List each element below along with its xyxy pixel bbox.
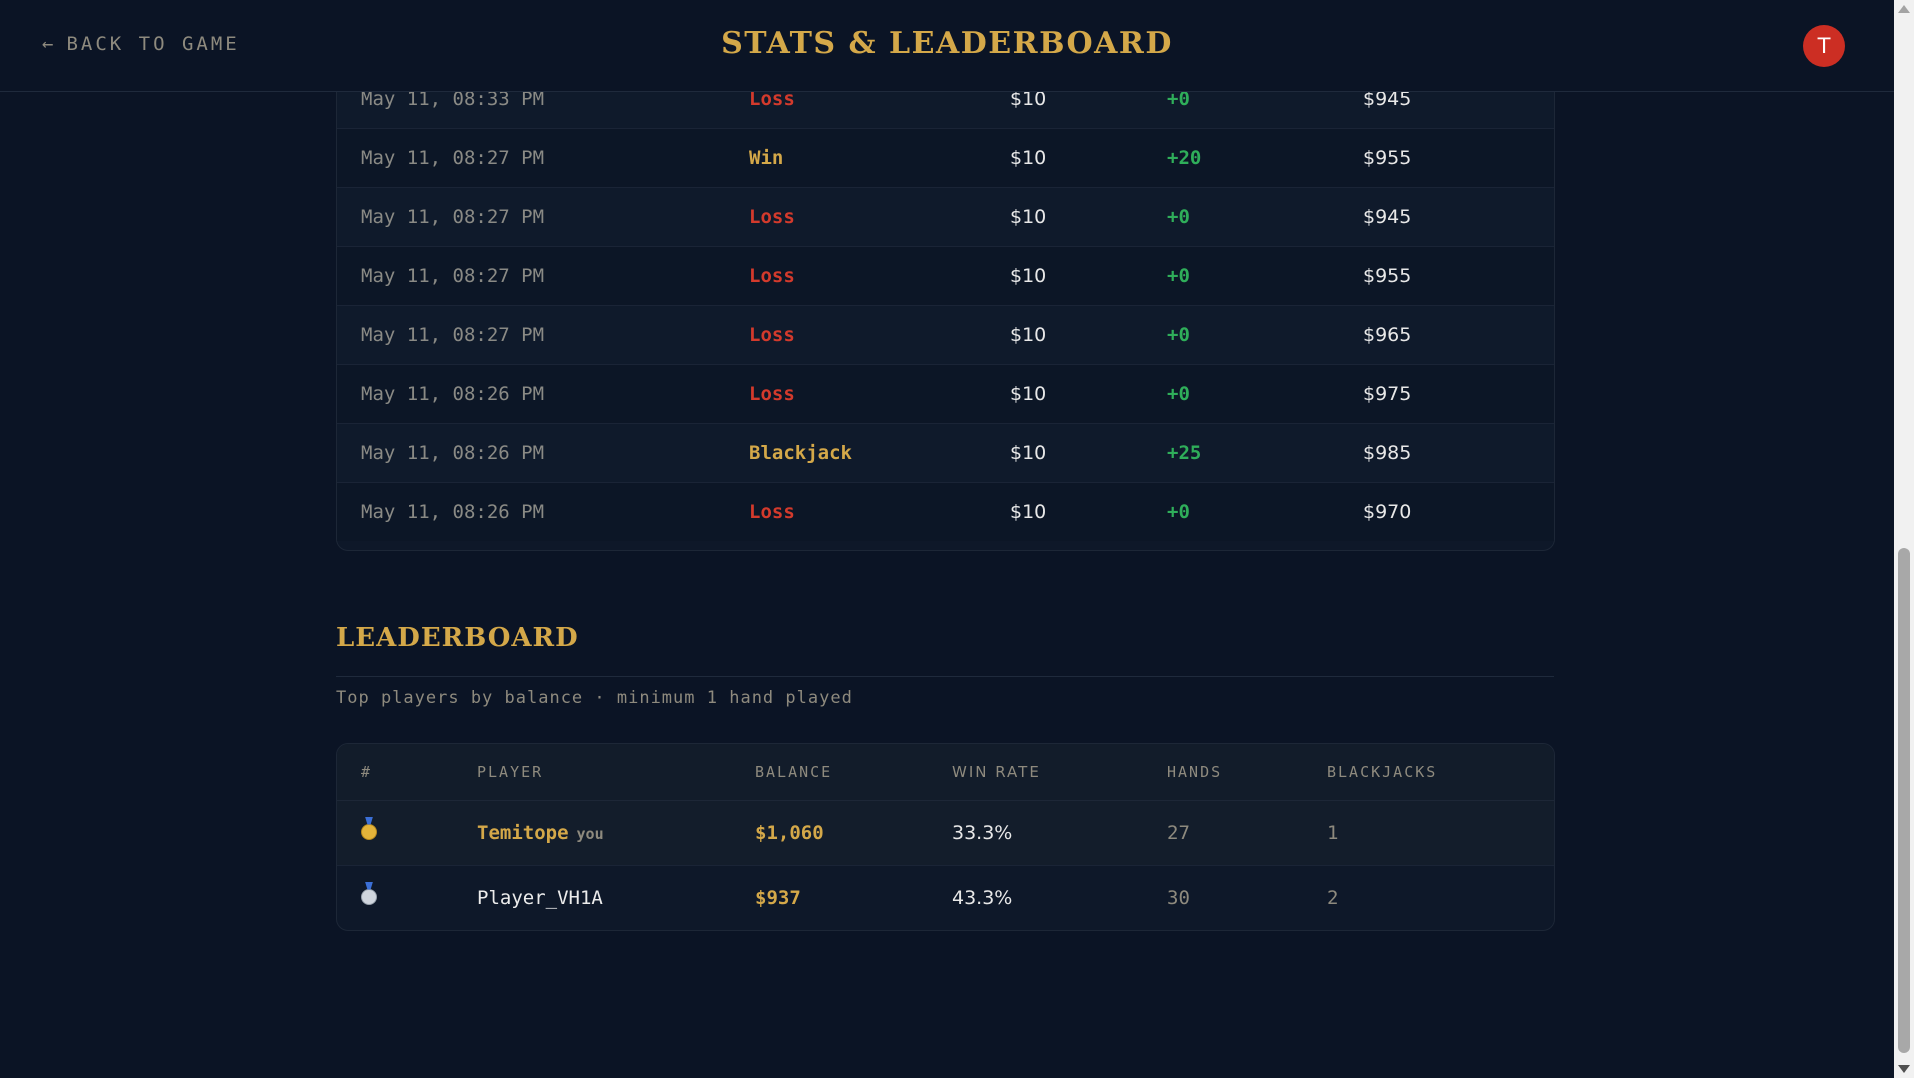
leaderboard-divider [336, 676, 1554, 677]
history-result: Loss [749, 383, 795, 405]
history-row: May 11, 08:27 PM Win $10 +20 $955 [337, 129, 1554, 188]
column-header-win-rate: WIN RATE [952, 763, 1041, 781]
history-balance: $955 [1363, 147, 1412, 169]
player-cell: Player_VH1A [477, 866, 603, 930]
column-header-player: PLAYER [477, 763, 544, 781]
leaderboard-heading: LEADERBOARD [336, 623, 579, 653]
history-bet: $10 [1010, 265, 1047, 287]
history-net: +0 [1167, 501, 1190, 523]
history-balance: $955 [1363, 265, 1412, 287]
leaderboard-row: Player_VH1A $937 43.3% 30 2 [337, 866, 1554, 930]
history-row: May 11, 08:26 PM Blackjack $10 +25 $985 [337, 424, 1554, 483]
history-result: Loss [749, 265, 795, 287]
you-badge: you [576, 825, 604, 843]
history-bet: $10 [1010, 324, 1047, 346]
history-result: Win [749, 147, 784, 169]
history-result: Blackjack [749, 442, 852, 464]
leaderboard-table: # PLAYER BALANCE WIN RATE HANDS BLACKJAC… [336, 743, 1555, 931]
page-title: STATS & LEADERBOARD [721, 26, 1173, 61]
hand-history-table: May 11, 08:33 PM Loss $10 +0 $945 May 11… [336, 70, 1555, 551]
page-scrollbar[interactable] [1894, 0, 1914, 1078]
player-balance: $1,060 [755, 822, 824, 844]
gold-medal-icon [361, 823, 377, 840]
history-bet: $10 [1010, 147, 1047, 169]
history-date: May 11, 08:27 PM [361, 265, 545, 287]
player-win-rate: 43.3% [952, 887, 1013, 909]
silver-medal-icon [361, 888, 377, 905]
player-hands: 27 [1167, 822, 1190, 844]
history-balance: $945 [1363, 206, 1412, 228]
history-net: +20 [1167, 147, 1202, 169]
stats-page: May 11, 08:33 PM Loss $10 +0 $945 May 11… [0, 0, 1914, 1078]
history-date: May 11, 08:27 PM [361, 147, 545, 169]
history-row: May 11, 08:26 PM Loss $10 +0 $975 [337, 365, 1554, 424]
history-result: Loss [749, 206, 795, 228]
history-balance: $985 [1363, 442, 1412, 464]
leaderboard-row: Temitope you $1,060 33.3% 27 1 [337, 801, 1554, 866]
column-header-rank: # [361, 763, 373, 781]
column-header-blackjacks: BLACKJACKS [1327, 763, 1438, 781]
user-avatar[interactable]: T [1803, 25, 1845, 67]
history-net: +25 [1167, 442, 1202, 464]
player-blackjacks: 2 [1327, 887, 1339, 909]
history-row: May 11, 08:27 PM Loss $10 +0 $945 [337, 188, 1554, 247]
history-net: +0 [1167, 206, 1190, 228]
history-balance: $975 [1363, 383, 1412, 405]
history-row: May 11, 08:27 PM Loss $10 +0 $965 [337, 306, 1554, 365]
history-date: May 11, 08:26 PM [361, 383, 545, 405]
history-balance: $970 [1363, 501, 1412, 523]
history-date: May 11, 08:27 PM [361, 206, 545, 228]
scrollbar-thumb[interactable] [1898, 548, 1910, 1053]
history-result: Loss [749, 501, 795, 523]
history-result: Loss [749, 324, 795, 346]
history-bet: $10 [1010, 206, 1047, 228]
column-header-hands: HANDS [1167, 763, 1223, 781]
history-net: +0 [1167, 324, 1190, 346]
top-bar: ← BACK TO GAME STATS & LEADERBOARD T [0, 0, 1894, 92]
player-balance: $937 [755, 887, 801, 909]
player-hands: 30 [1167, 887, 1190, 909]
player-cell: Temitope you [477, 801, 604, 866]
history-bet: $10 [1010, 501, 1047, 523]
history-date: May 11, 08:27 PM [361, 324, 545, 346]
player-blackjacks: 1 [1327, 822, 1339, 844]
history-row: May 11, 08:26 PM Loss $10 +0 $970 [337, 483, 1554, 541]
leaderboard-subtitle: Top players by balance · minimum 1 hand … [336, 688, 853, 708]
history-bet: $10 [1010, 383, 1047, 405]
history-balance: $965 [1363, 324, 1412, 346]
scroll-up-arrow-icon[interactable] [1898, 5, 1910, 13]
history-row: May 11, 08:27 PM Loss $10 +0 $955 [337, 247, 1554, 306]
history-net: +0 [1167, 383, 1190, 405]
history-date: May 11, 08:26 PM [361, 501, 545, 523]
scroll-down-arrow-icon[interactable] [1898, 1065, 1910, 1073]
history-bet: $10 [1010, 442, 1047, 464]
column-header-balance: BALANCE [755, 763, 833, 781]
player-name: Player_VH1A [477, 887, 603, 909]
rank-cell [361, 866, 377, 930]
leaderboard-header-row: # PLAYER BALANCE WIN RATE HANDS BLACKJAC… [337, 744, 1554, 801]
history-date: May 11, 08:26 PM [361, 442, 545, 464]
player-name: Temitope [477, 822, 569, 844]
player-win-rate: 33.3% [952, 822, 1013, 844]
rank-cell [361, 801, 377, 865]
history-net: +0 [1167, 265, 1190, 287]
